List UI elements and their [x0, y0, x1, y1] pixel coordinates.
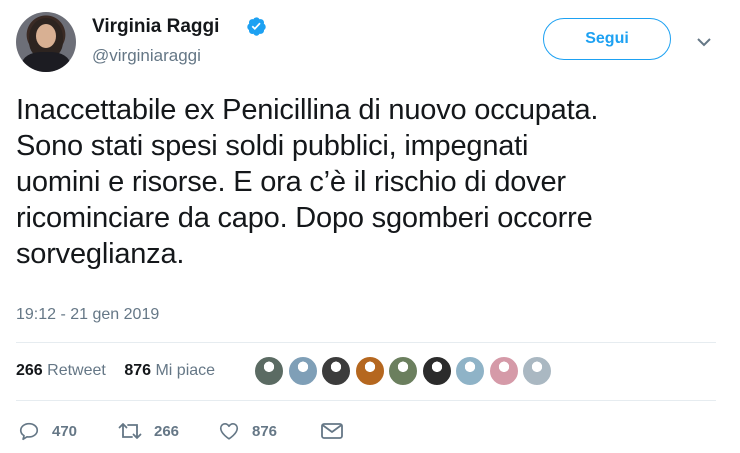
reply-count: 470 — [52, 422, 78, 440]
retweet-count: 266 — [154, 422, 180, 440]
like-stat[interactable]: 876 Mi piace — [124, 362, 215, 379]
like-count: 876 — [252, 422, 278, 440]
retweet-icon — [118, 423, 142, 439]
liker-avatar[interactable] — [488, 356, 519, 386]
retweet-stat-count: 266 — [16, 362, 43, 379]
liker-avatar[interactable] — [254, 356, 284, 386]
liker-avatar[interactable] — [287, 356, 318, 386]
liker-avatar[interactable] — [321, 356, 351, 386]
retweet-button[interactable]: 266 — [118, 420, 218, 442]
follow-button[interactable]: Segui — [543, 18, 671, 60]
engagement-stats: 266 Retweet 876 Mi piace — [16, 362, 229, 380]
avatar[interactable] — [16, 12, 76, 72]
retweet-stat[interactable]: 266 Retweet — [16, 362, 106, 379]
liker-avatar[interactable] — [522, 356, 552, 386]
chevron-down-icon[interactable] — [696, 36, 712, 48]
envelope-icon — [321, 423, 343, 439]
liker-avatar[interactable] — [421, 356, 452, 386]
divider-top — [16, 342, 716, 343]
display-name[interactable]: Virginia Raggi — [92, 16, 219, 38]
timestamp[interactable]: 19:12 - 21 gen 2019 — [16, 306, 159, 324]
divider-bottom — [16, 400, 716, 401]
verified-badge-icon — [247, 17, 266, 36]
action-bar: 470 266 876 — [18, 420, 344, 442]
like-button[interactable]: 876 — [218, 420, 320, 442]
retweet-stat-label: Retweet — [47, 362, 106, 379]
like-stat-count: 876 — [124, 362, 152, 379]
liker-avatar[interactable] — [388, 356, 418, 386]
like-stat-label: Mi piace — [155, 362, 216, 379]
reply-button[interactable]: 470 — [18, 420, 118, 442]
liker-avatar[interactable] — [354, 356, 385, 386]
liker-avatar[interactable] — [455, 356, 485, 386]
handle[interactable]: @virginiaraggi — [92, 46, 201, 66]
reply-icon — [19, 422, 39, 441]
direct-message-button[interactable] — [320, 420, 344, 442]
tweet-text: Inaccettabile ex Penicillina di nuovo oc… — [16, 94, 599, 270]
heart-icon — [219, 423, 239, 440]
liker-avatars — [254, 356, 556, 386]
